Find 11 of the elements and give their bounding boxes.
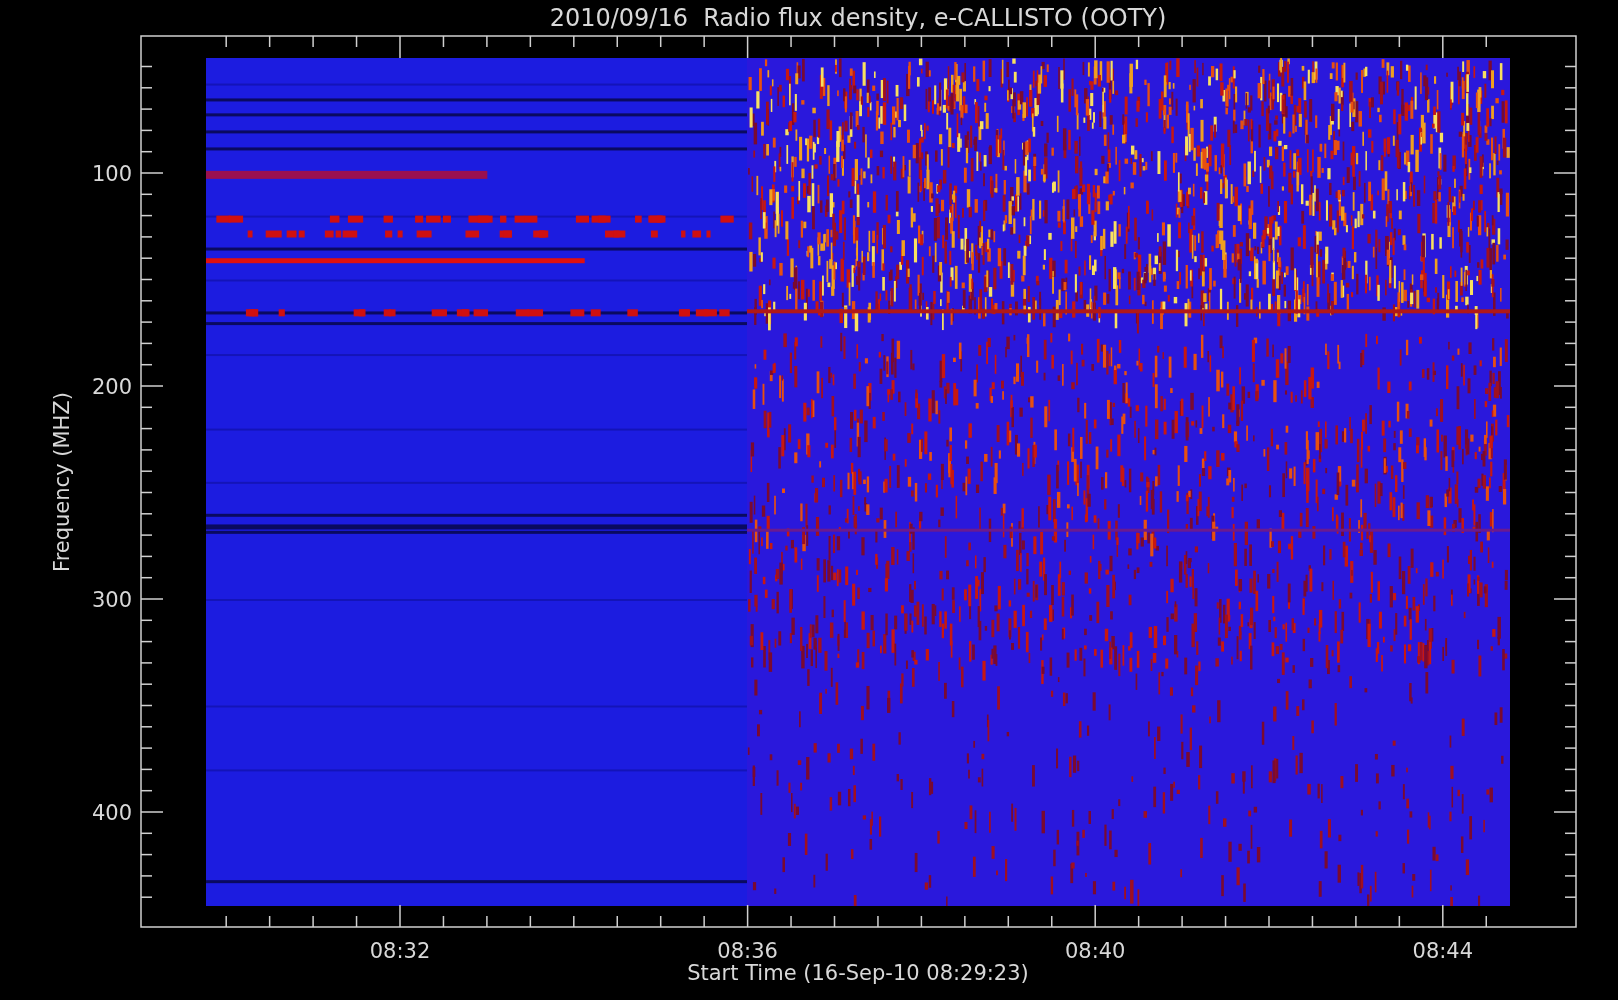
y-tick-label: 300 bbox=[91, 588, 132, 612]
x-tick-label: 08:44 bbox=[1412, 939, 1474, 963]
chart-title: 2010/09/16 Radio flux density, e-CALLISTO (OOTY) bbox=[549, 4, 1167, 32]
y-tick-label: 400 bbox=[91, 801, 132, 825]
y-tick-label: 100 bbox=[91, 162, 132, 186]
x-tick-label: 08:32 bbox=[369, 939, 431, 963]
y-tick-label: 200 bbox=[91, 375, 132, 399]
x-tick-label: 08:36 bbox=[717, 939, 778, 963]
x-axis-title: Start Time (16-Sep-10 08:29:23) bbox=[687, 961, 1029, 985]
x-tick-label: 08:40 bbox=[1064, 939, 1126, 963]
y-axis-title: Frequency (MHZ) bbox=[50, 392, 74, 572]
